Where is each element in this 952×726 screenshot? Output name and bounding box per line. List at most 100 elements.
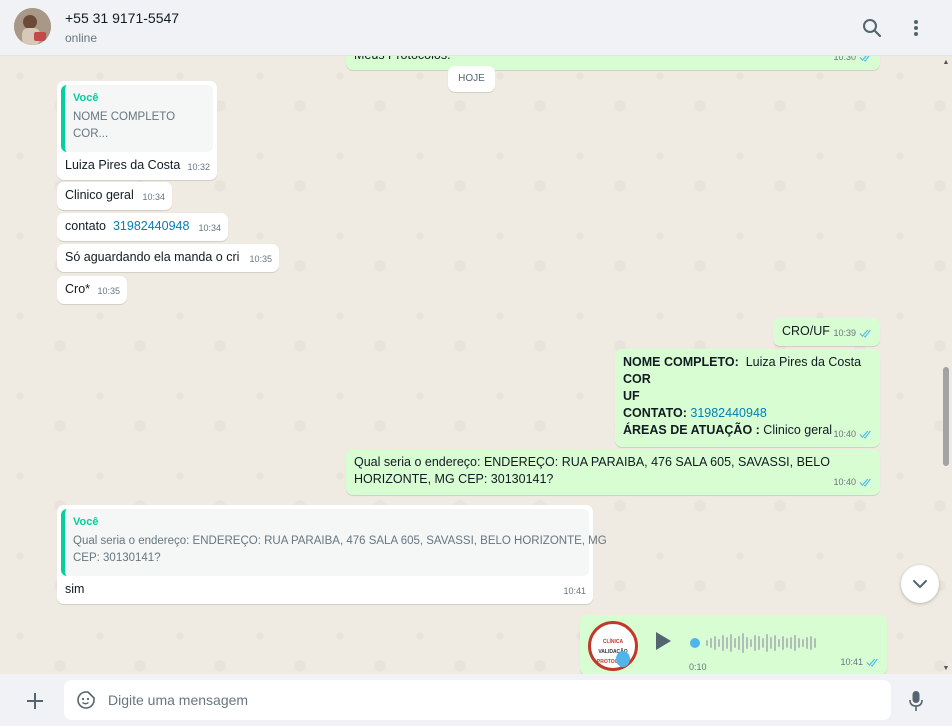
waveform-bar [786, 638, 788, 648]
read-ticks-icon [866, 658, 878, 667]
waveform-bar [710, 638, 712, 648]
message-time: 10:41 [840, 654, 880, 671]
message-text: Clinico geral [65, 188, 134, 202]
audio-sender-avatar: CLÍNICA VALIDAÇÃO PROTOCOLO [588, 621, 638, 671]
waveform-bar [730, 634, 732, 652]
quoted-message[interactable]: Você Qual seria o endereço: ENDEREÇO: RU… [61, 509, 607, 576]
waveform-bar [738, 636, 740, 650]
message-incoming[interactable]: Cro* 10:35 [57, 276, 127, 304]
waveform-bar [706, 640, 708, 646]
audio-duration: 0:10 [689, 662, 707, 672]
chat-header: +55 31 9171-5547 online [0, 0, 952, 56]
audio-message[interactable]: CLÍNICA VALIDAÇÃO PROTOCOLO 0:10 10:41 [580, 615, 887, 674]
message-incoming-reply[interactable]: Você Qual seria o endereço: ENDEREÇO: RU… [57, 505, 607, 604]
message-outgoing[interactable]: CRO/UF 10:39 [773, 318, 880, 346]
quote-text-line: Qual seria o endereço: ENDEREÇO: RUA PAR… [73, 535, 607, 547]
contact-status: online [65, 31, 98, 45]
message-input[interactable] [108, 680, 878, 720]
waveform-bar [722, 635, 724, 651]
quote-author: Você [73, 92, 99, 104]
sticker-icon[interactable] [76, 690, 96, 710]
message-text: Só aguardando ela manda o cri [65, 250, 240, 264]
message-text: contato 31982440948 [65, 219, 190, 233]
contact-name[interactable]: +55 31 9171-5547 [65, 10, 179, 26]
read-ticks-icon [859, 329, 871, 338]
waveform-bar [718, 639, 720, 647]
message-time: 10:39 [833, 325, 873, 342]
waveform-bar [726, 637, 728, 649]
message-time: 10:40 [833, 426, 873, 443]
waveform-bar [734, 638, 736, 648]
waveform-bar [778, 639, 780, 647]
message-text: Meus Protocolos. [354, 56, 451, 64]
play-icon[interactable] [653, 630, 673, 657]
microphone-icon[interactable] [905, 688, 927, 714]
waveform-bar [790, 637, 792, 649]
menu-icon[interactable] [904, 16, 928, 40]
message-time: 10:35 [97, 286, 120, 296]
message-text: Luiza Pires da Costa [65, 158, 181, 172]
message-outgoing[interactable]: Qual seria o endereço: ENDEREÇO: RUA PAR… [346, 449, 880, 495]
message-time: 10:34 [198, 223, 221, 233]
waveform-bar [714, 636, 716, 650]
waveform-bar [798, 638, 800, 648]
scroll-thumb[interactable] [943, 367, 949, 466]
waveform-bar [806, 637, 808, 649]
scroll-up-icon[interactable]: ▲ [942, 59, 950, 66]
message-text: Qual seria o endereço: ENDEREÇO: RUA PAR… [354, 455, 830, 486]
audio-progress-handle[interactable] [690, 638, 700, 648]
message-text: NOME COMPLETO: Luiza Pires da Costa COR … [623, 355, 862, 437]
message-time: 10:34 [142, 192, 165, 202]
message-input-box[interactable] [64, 680, 891, 720]
waveform-bar [802, 639, 804, 647]
chevron-down-icon [913, 580, 927, 589]
message-incoming[interactable]: Só aguardando ela manda o cri 10:35 [57, 244, 279, 272]
quoted-message[interactable]: Você NOME COMPLETO COR... [61, 85, 213, 152]
waveform-bar [762, 638, 764, 648]
message-outgoing[interactable]: NOME COMPLETO: Luiza Pires da Costa COR … [615, 349, 880, 447]
quote-text-line: CEP: 30130141? [73, 552, 161, 564]
waveform-bar [810, 636, 812, 650]
message-text: sim [65, 582, 85, 596]
waveform-bar [782, 636, 784, 650]
waveform-bar [766, 634, 768, 652]
waveform-bar [814, 638, 816, 648]
waveform-bar [770, 637, 772, 649]
scroll-down-icon[interactable]: ▼ [942, 665, 950, 672]
message-text: Cro* [65, 282, 91, 296]
read-ticks-icon [859, 430, 871, 439]
quote-text-line: COR... [73, 128, 109, 140]
waveform-bar [742, 633, 744, 653]
message-text: CRO/UF [782, 324, 830, 338]
message-outgoing-partial[interactable]: Meus Protocolos. 10:30 [346, 56, 880, 70]
attach-plus-icon[interactable] [22, 688, 48, 714]
scroll-to-bottom-button[interactable] [901, 565, 939, 603]
contact-avatar[interactable] [14, 8, 51, 45]
search-icon[interactable] [860, 16, 884, 40]
phone-link[interactable]: 31982440948 [113, 219, 189, 233]
quote-text-line: NOME COMPLETO [73, 111, 176, 123]
waveform-bar [774, 635, 776, 651]
message-incoming[interactable]: Clinico geral 10:34 [57, 182, 172, 210]
message-time: 10:32 [187, 162, 210, 172]
compose-bar [0, 674, 952, 726]
chat-scrollbar[interactable]: ▲ ▼ [942, 56, 950, 674]
read-ticks-icon [859, 478, 871, 487]
message-time: 10:35 [249, 254, 272, 264]
quote-author: Você [73, 516, 99, 528]
waveform-bar [750, 639, 752, 647]
audio-waveform[interactable] [690, 633, 860, 653]
message-time: 10:30 [833, 56, 873, 66]
mic-badge-icon [616, 651, 630, 667]
waveform-bar [746, 637, 748, 649]
date-chip: HOJE [448, 66, 495, 92]
waveform-bar [758, 636, 760, 650]
message-time: 10:40 [833, 474, 873, 491]
read-ticks-icon [859, 56, 870, 62]
chat-panel[interactable]: Meus Protocolos. 10:30 HOJE Você NOME CO… [0, 56, 952, 674]
phone-link[interactable]: 31982440948 [690, 406, 766, 420]
waveform-bar [794, 635, 796, 651]
message-incoming-reply[interactable]: Você NOME COMPLETO COR... Luiza Pires da… [57, 81, 217, 180]
waveform-bar [754, 635, 756, 651]
message-incoming[interactable]: contato 31982440948 10:34 [57, 213, 228, 241]
